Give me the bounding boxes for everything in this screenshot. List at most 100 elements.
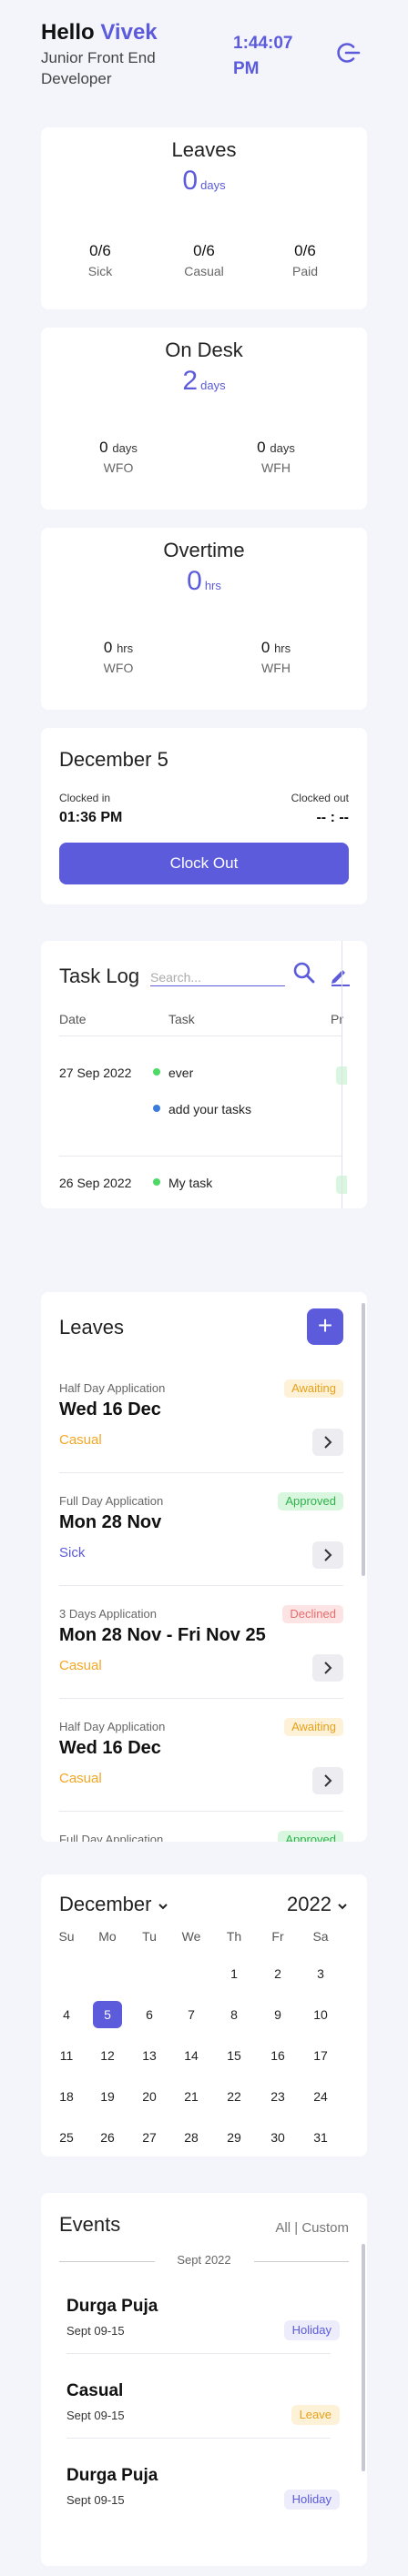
leaves-total: 0 days: [41, 166, 367, 197]
calendar-day[interactable]: 23: [263, 2083, 292, 2110]
calendar-day[interactable]: 26: [93, 2124, 122, 2151]
weekday-label: Sa: [312, 1929, 329, 1944]
event-badge: Leave: [291, 2405, 340, 2425]
vertical-scrollbar[interactable]: [362, 1303, 365, 1576]
ondesk-total-value: 2: [182, 366, 199, 396]
overtime-stat-wfh: 0 hrs WFH: [221, 639, 331, 675]
calendar-day[interactable]: 18: [52, 2083, 81, 2110]
add-leave-button[interactable]: +: [307, 1308, 343, 1345]
leaves-summary-title: Leaves: [171, 138, 237, 161]
search-icon[interactable]: [292, 961, 316, 989]
calendar-day[interactable]: 14: [177, 2042, 206, 2069]
calendar-day[interactable]: 22: [219, 2083, 249, 2110]
ondesk-card: On Desk 2 days 0 days WFO 0 days WFH: [41, 328, 367, 510]
logout-icon[interactable]: [335, 40, 361, 66]
leave-type: Half Day Application: [59, 1720, 166, 1733]
leave-details-button[interactable]: [312, 1541, 343, 1569]
ondesk-title: On Desk: [165, 338, 243, 361]
calendar-day[interactable]: 21: [177, 2083, 206, 2110]
vertical-scrollbar[interactable]: [362, 2244, 365, 2471]
calendar-card: December 2022 Su Mo Tu We Th Fr Sa 1 2 3 4 5 6 7 8 9 10 1…: [41, 1874, 367, 2157]
task-text: ever: [168, 1066, 194, 1080]
calendar-day[interactable]: 30: [263, 2124, 292, 2151]
divider: [59, 1472, 343, 1473]
greeting-hello: Hello: [41, 20, 95, 45]
calendar-day-selected[interactable]: 5: [93, 2001, 122, 2028]
event-name: Durga Puja: [66, 2297, 158, 2316]
calendar-day[interactable]: 9: [263, 2001, 292, 2028]
calendar-day[interactable]: 29: [219, 2124, 249, 2151]
task-log-card: Task Log Date Task Pr 27 Sep 2022 ever a…: [41, 941, 367, 1208]
leave-stat-casual: 0/6 Casual: [149, 242, 259, 278]
weekday-label: Mo: [98, 1929, 117, 1944]
status-badge: Approved: [278, 1492, 343, 1510]
event-name: Durga Puja: [66, 2466, 158, 2485]
calendar-day[interactable]: 12: [93, 2042, 122, 2069]
leave-date: Mon 28 Nov - Fri Nov 25: [59, 1625, 266, 1645]
ondesk-total-unit: days: [200, 379, 226, 392]
task-search-input[interactable]: [150, 968, 285, 986]
divider: [66, 2438, 331, 2439]
calendar-day[interactable]: 3: [306, 1960, 335, 1987]
leave-stat-value: 0/6: [89, 242, 111, 259]
filter-custom[interactable]: Custom: [301, 2220, 349, 2236]
overtime-stat-wfo: 0 hrs WFO: [64, 639, 173, 675]
event-name: Casual: [66, 2381, 124, 2400]
calendar-day[interactable]: 19: [93, 2083, 122, 2110]
leave-kind: Casual: [59, 1658, 102, 1673]
chevron-right-icon: [324, 1662, 332, 1674]
calendar-month-select[interactable]: December: [59, 1893, 168, 1916]
calendar-day[interactable]: 6: [135, 2001, 164, 2028]
calendar-day[interactable]: 4: [52, 2001, 81, 2028]
calendar-year-select[interactable]: 2022: [287, 1893, 348, 1916]
leave-details-button[interactable]: [312, 1654, 343, 1682]
leave-details-button[interactable]: [312, 1429, 343, 1456]
weekday-label: Th: [226, 1929, 242, 1944]
weekday-label: Su: [58, 1929, 75, 1944]
ondesk-stat-wfh: 0 days WFH: [221, 439, 331, 475]
overtime-total-unit: hrs: [204, 579, 221, 592]
leave-details-button[interactable]: [312, 1767, 343, 1794]
calendar-day[interactable]: 15: [219, 2042, 249, 2069]
calendar-day[interactable]: 25: [52, 2124, 81, 2151]
calendar-day[interactable]: 28: [177, 2124, 206, 2151]
divider: [59, 1811, 343, 1812]
ondesk-total: 2 days: [41, 366, 367, 397]
events-title: Events: [59, 2213, 121, 2236]
edit-icon[interactable]: [329, 965, 351, 991]
weekday-label: Tu: [142, 1929, 157, 1944]
clocked-in-label: Clocked in: [59, 792, 111, 804]
task-date: 27 Sep 2022: [59, 1066, 132, 1080]
status-badge: Awaiting: [284, 1718, 343, 1736]
ondesk-stat-wfo: 0 days WFO: [64, 439, 173, 475]
leaves-total-unit: days: [200, 178, 226, 192]
clock-out-button[interactable]: Clock Out: [59, 843, 349, 884]
leave-date: Mon 28 Nov: [59, 1512, 162, 1532]
calendar-year: 2022: [287, 1893, 332, 1915]
calendar-day[interactable]: 7: [177, 2001, 206, 2028]
clock-card: December 5 Clocked in Clocked out 01:36 …: [41, 728, 367, 904]
overtime-stat-unit: hrs: [274, 641, 291, 655]
calendar-day[interactable]: 31: [306, 2124, 335, 2151]
user-name: Vivek: [100, 20, 158, 45]
calendar-day[interactable]: 27: [135, 2124, 164, 2151]
leave-stat-value: 0/6: [193, 242, 215, 259]
calendar-day[interactable]: 24: [306, 2083, 335, 2110]
calendar-day[interactable]: 16: [263, 2042, 292, 2069]
event-date: Sept 09-15: [66, 2324, 125, 2338]
clocked-in-value: 01:36 PM: [59, 810, 123, 825]
events-card: Events All | Custom Sept 2022 Durga Puja…: [41, 2193, 367, 2566]
leave-stat-paid: 0/6 Paid: [250, 242, 360, 278]
calendar-day[interactable]: 13: [135, 2042, 164, 2069]
calendar-day[interactable]: 2: [263, 1960, 292, 1987]
divider: [59, 1156, 342, 1157]
calendar-day[interactable]: 17: [306, 2042, 335, 2069]
leave-stat-label: Paid: [291, 264, 319, 278]
calendar-day[interactable]: 1: [219, 1960, 249, 1987]
filter-all[interactable]: All: [275, 2220, 291, 2236]
calendar-day[interactable]: 11: [52, 2042, 81, 2069]
calendar-day[interactable]: 20: [135, 2083, 164, 2110]
calendar-day[interactable]: 10: [306, 2001, 335, 2028]
calendar-day[interactable]: 8: [219, 2001, 249, 2028]
greeting: Hello Vivek: [41, 20, 158, 45]
